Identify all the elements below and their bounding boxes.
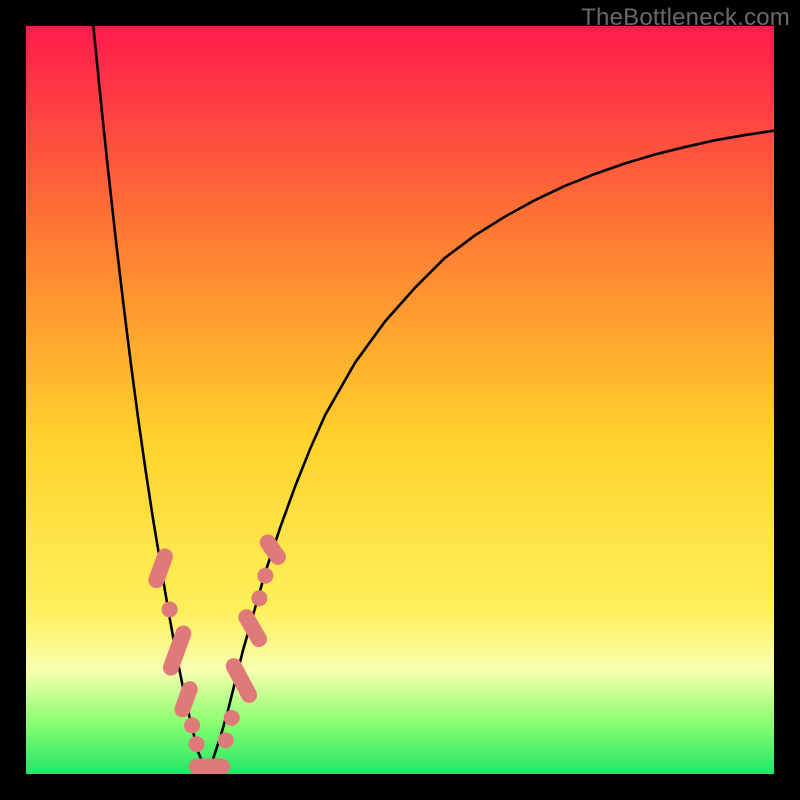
data-marker-dot (218, 732, 234, 748)
data-marker-dot (184, 717, 200, 733)
data-marker-pill (189, 759, 230, 774)
data-marker-dot (189, 736, 205, 752)
gradient-background (26, 26, 774, 774)
data-marker-dot (162, 601, 178, 617)
chart-frame (26, 26, 774, 774)
data-marker-dot (257, 568, 273, 584)
watermark-text: TheBottleneck.com (581, 4, 790, 32)
data-marker-dot (224, 710, 240, 726)
bottleneck-chart (26, 26, 774, 774)
data-marker-dot (251, 590, 267, 606)
